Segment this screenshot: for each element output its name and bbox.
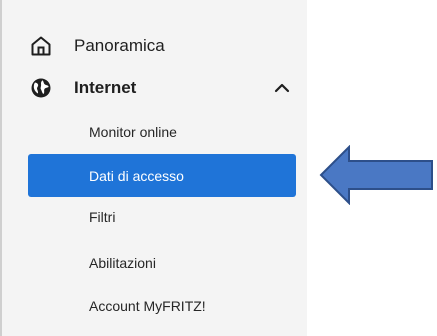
nav-item-label: Panoramica <box>74 36 165 55</box>
subnav-item-monitor-online[interactable]: Monitor online <box>28 112 296 152</box>
subnav-item-filtri[interactable]: Filtri <box>28 197 296 237</box>
subnav-item-account-myfritz[interactable]: Account MyFRITZ! <box>28 286 296 326</box>
subnav-item-label: Abilitazioni <box>89 255 156 271</box>
subnav-item-label: Dati di accesso <box>89 167 184 184</box>
left-arrow-icon <box>319 145 433 205</box>
subnav-item-label: Account MyFRITZ! <box>89 298 206 314</box>
home-icon <box>29 34 53 58</box>
subnav-item-label: Filtri <box>89 209 116 225</box>
nav-item-panoramica[interactable]: Panoramica <box>28 29 296 63</box>
globe-icon <box>29 76 53 100</box>
nav-item-label: Internet <box>74 78 137 97</box>
screenshot-stage: Panoramica Internet Monitor online Dati … <box>0 0 437 336</box>
nav-item-internet[interactable]: Internet <box>28 71 296 105</box>
subnav-item-label: Monitor online <box>89 124 177 140</box>
chevron-up-icon[interactable] <box>272 78 292 98</box>
subnav-item-dati-di-accesso[interactable]: Dati di accesso <box>28 154 296 197</box>
sidebar-nav: Panoramica Internet Monitor online Dati … <box>0 0 307 336</box>
subnav-item-abilitazioni[interactable]: Abilitazioni <box>28 243 296 283</box>
